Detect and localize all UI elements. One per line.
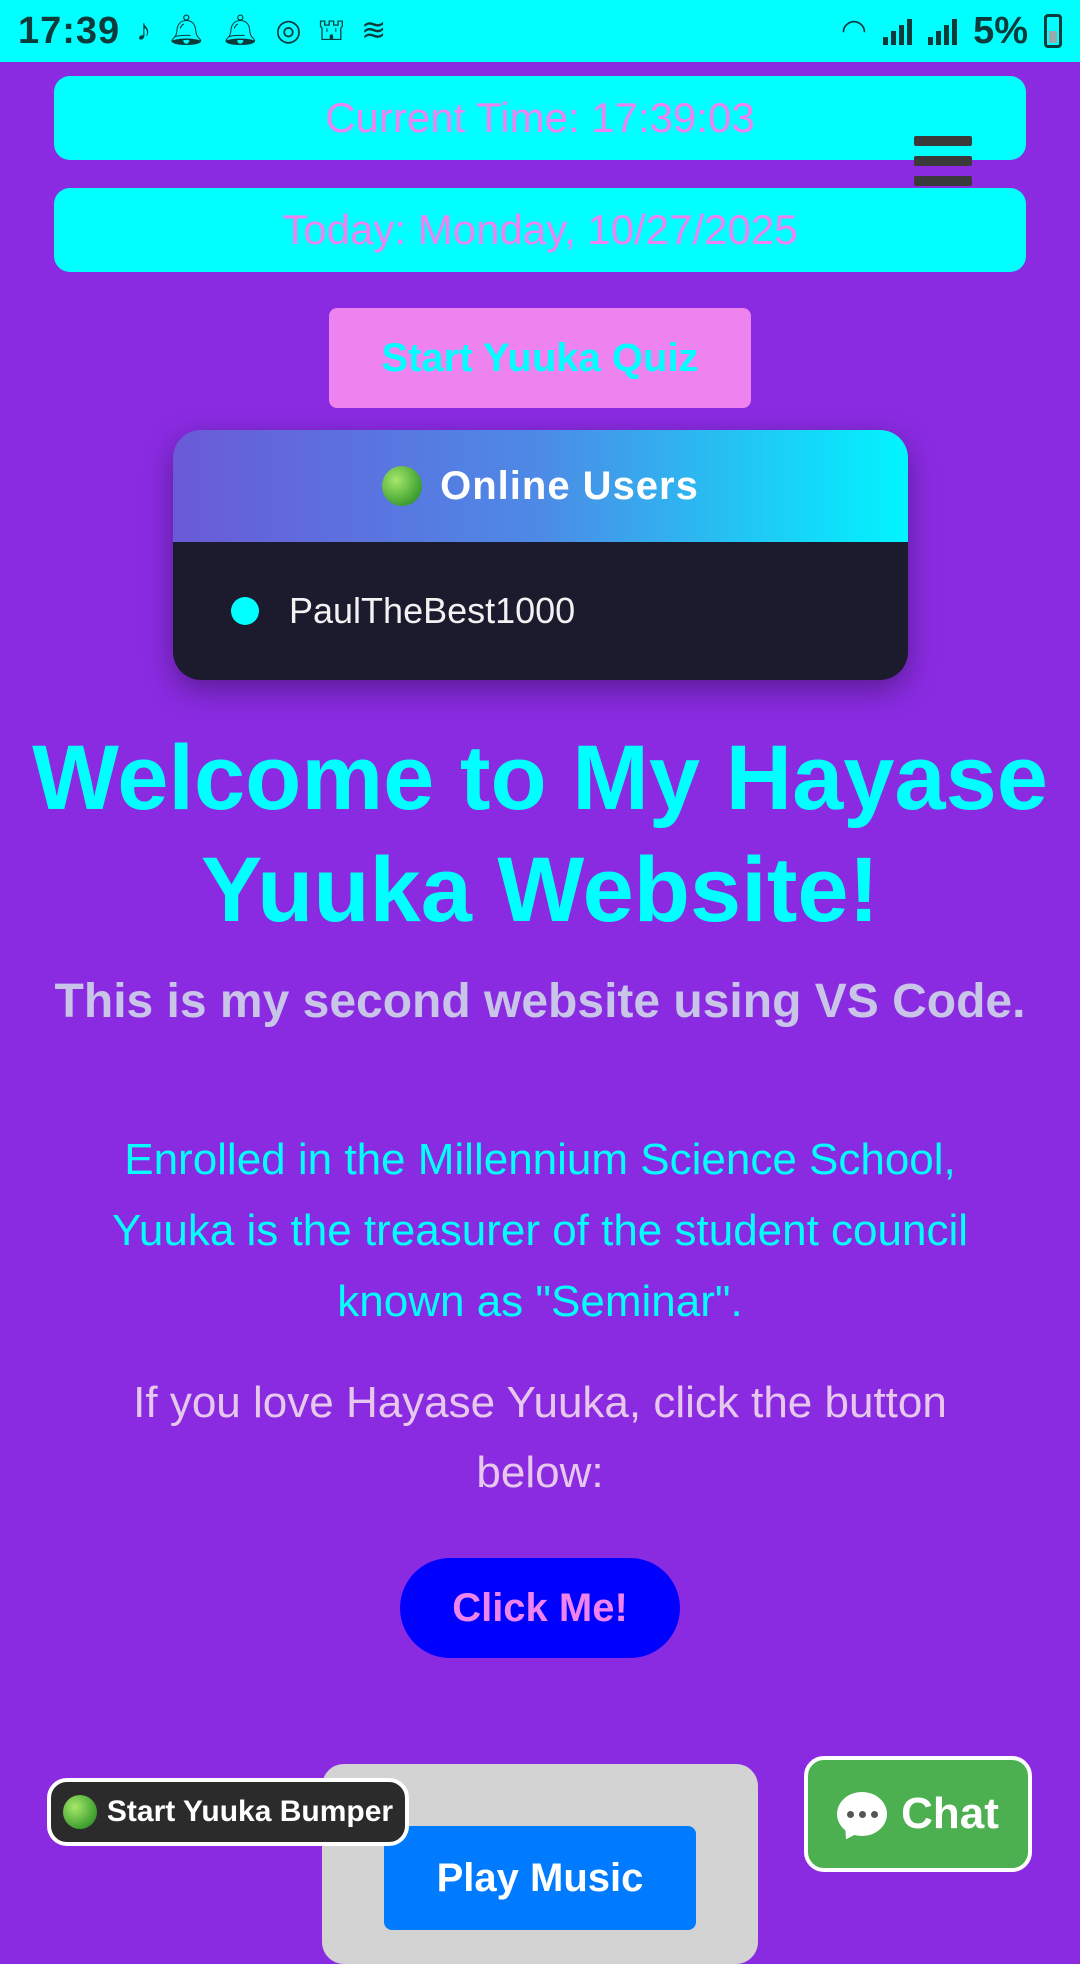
music-note-icon: ♪ [136,14,152,47]
incognito-icon: ⛫ [317,14,346,47]
love-prompt-text: If you love Hayase Yuuka, click the butt… [133,1378,947,1497]
battery-percent: 5% [973,9,1028,52]
start-bumper-button[interactable]: Start Yuuka Bumper [47,1778,409,1846]
online-user-name: PaulTheBest1000 [289,590,576,631]
chat-button-label: Chat [901,1789,999,1838]
hamburger-menu-icon[interactable] [914,136,972,186]
bell-icon: 🔔︎ [221,14,260,47]
chat-button[interactable]: Chat [804,1756,1032,1872]
bell-icon: 🔔︎ [167,14,206,47]
bumper-button-label: Start Yuuka Bumper [106,1795,394,1828]
green-circle-icon [382,466,423,506]
today-date-bar: Today: Monday, 10/27/2025 [54,188,1026,272]
online-users-card: Online Users PaulTheBest1000 [173,430,908,680]
page-title: Welcome to My Hayase Yuuka Website! [32,727,1048,941]
green-circle-icon [62,1795,97,1829]
online-user-item: PaulTheBest1000 [173,542,908,680]
battery-icon [1044,14,1062,48]
description-text: Enrolled in the Millennium Science Schoo… [111,1135,969,1326]
status-bar: 17:39 ♪ 🔔︎ 🔔︎ ◎ ⛫ ≋ ◠ 5% [0,0,1080,62]
cell-signal-icon [883,17,913,45]
chat-bubble-icon [837,1792,888,1836]
shazam-icon: ◎ [275,14,302,47]
play-music-button[interactable]: Play Music [384,1826,696,1930]
page-subtitle: This is my second website using VS Code. [54,975,1026,1028]
online-users-title: Online Users [440,463,699,508]
signal-wave-icon: ≋ [361,14,387,47]
status-time: 17:39 [18,9,121,52]
cell-signal-icon [928,17,958,45]
wifi-icon: ◠ [840,14,868,47]
online-status-dot-icon [231,597,259,625]
start-quiz-button[interactable]: Start Yuuka Quiz [329,308,751,408]
online-users-header: Online Users [173,430,908,542]
click-me-button[interactable]: Click Me! [400,1558,680,1658]
current-time-bar: Current Time: 17:39:03 [54,76,1026,160]
